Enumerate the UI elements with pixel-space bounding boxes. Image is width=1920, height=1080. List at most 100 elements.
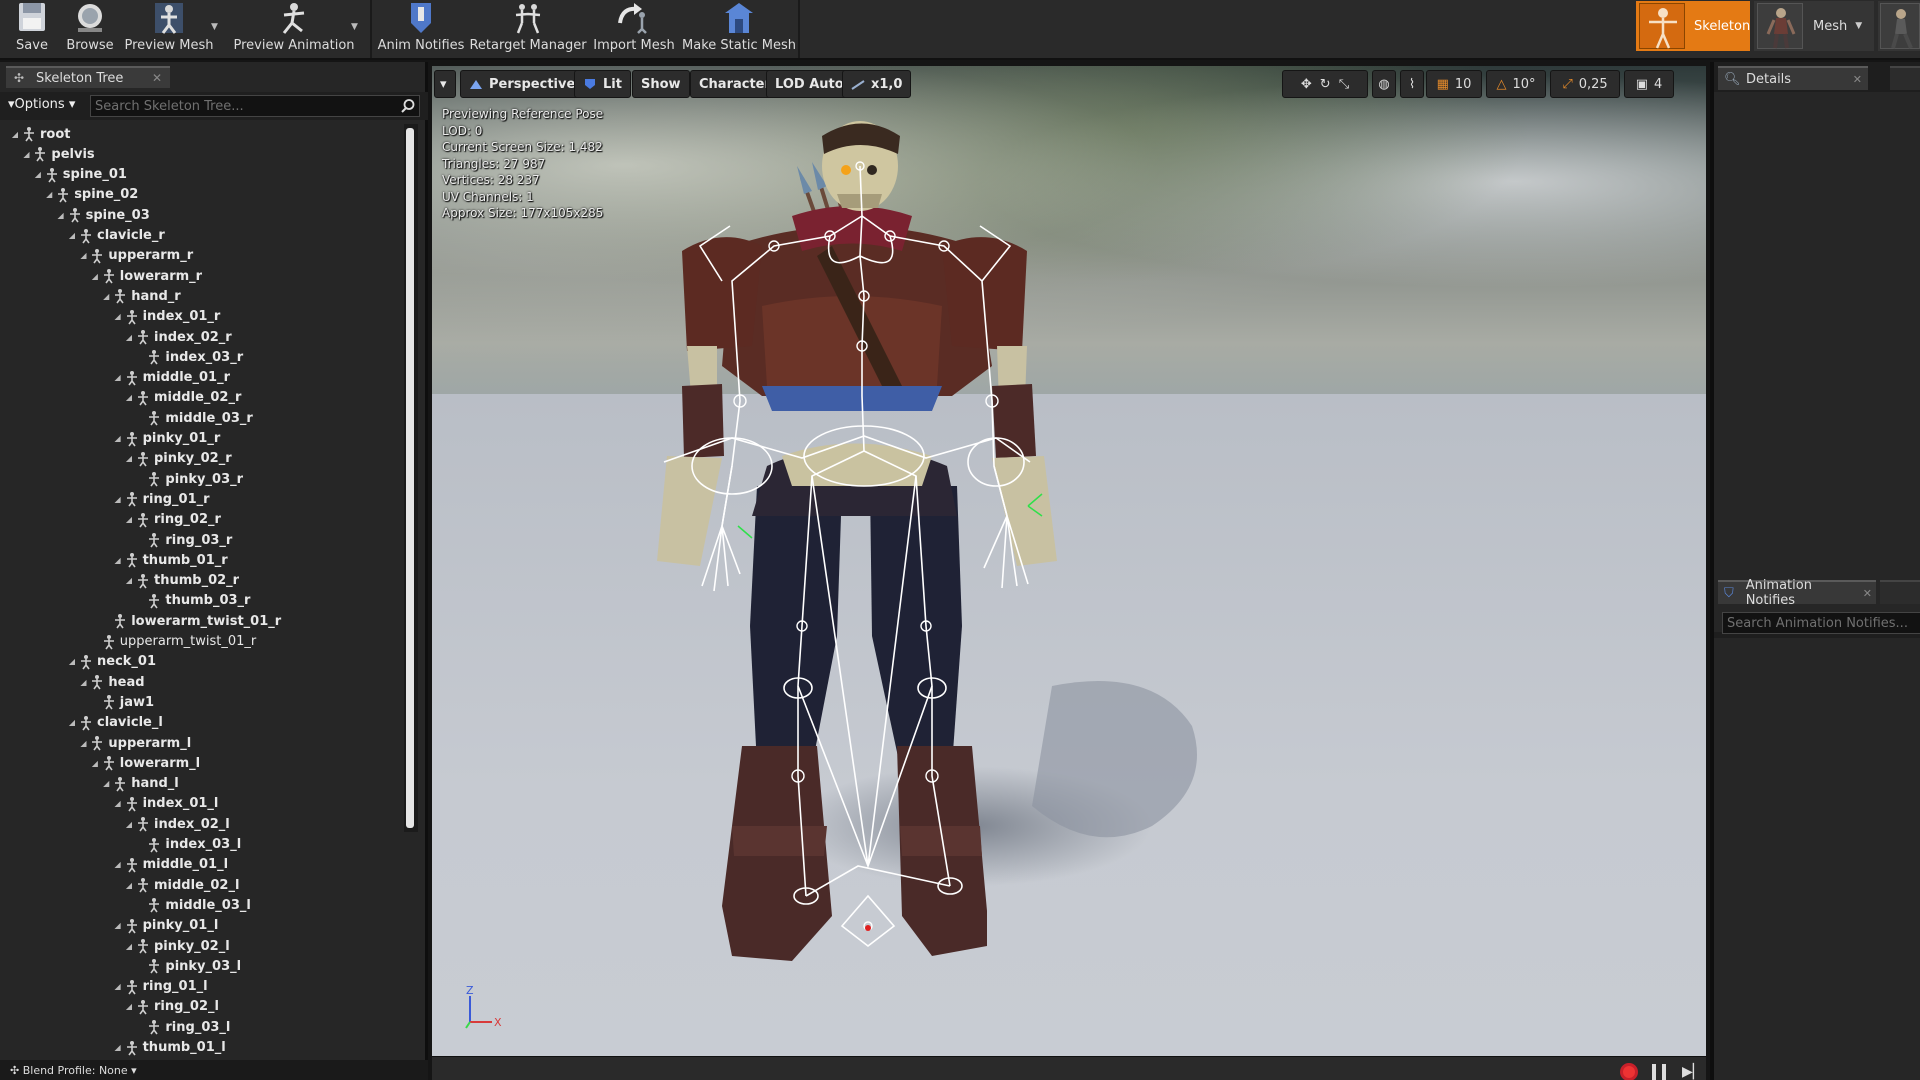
- tree-row-index_03_l[interactable]: index_03_l: [0, 835, 404, 855]
- expand-arrow-icon[interactable]: ◢: [113, 1043, 123, 1052]
- expand-arrow-icon[interactable]: ◢: [10, 130, 20, 139]
- anim-notifies-button[interactable]: Anim Notifies: [378, 0, 464, 58]
- expand-arrow-icon[interactable]: ◢: [113, 556, 123, 565]
- tree-row-pelvis[interactable]: ◢ pelvis: [0, 144, 404, 164]
- expand-arrow-icon[interactable]: ◢: [113, 799, 123, 808]
- close-tab-icon[interactable]: ✕: [152, 71, 162, 85]
- options-dropdown[interactable]: ▾Options ▾: [8, 97, 75, 112]
- world-local-toggle[interactable]: ◍: [1372, 70, 1396, 98]
- close-tab-icon[interactable]: ✕: [1863, 587, 1872, 600]
- skeleton-mode-button[interactable]: Skeleton: [1636, 1, 1750, 51]
- tree-row-root[interactable]: ◢ root: [0, 124, 404, 144]
- preview-mesh-dropdown-icon[interactable]: ▼: [211, 22, 218, 32]
- preview-animation-button[interactable]: Preview Animation: [234, 0, 355, 58]
- translate-icon[interactable]: ✥: [1301, 77, 1312, 92]
- rotate-icon[interactable]: ↻: [1320, 77, 1331, 92]
- tree-row-index_02_r[interactable]: ◢ index_02_r: [0, 327, 404, 347]
- tree-scrollbar-thumb[interactable]: [406, 128, 414, 828]
- animation-mode-button[interactable]: [1878, 1, 1920, 51]
- expand-arrow-icon[interactable]: ◢: [90, 272, 100, 281]
- viewport[interactable]: ▾ Perspective Lit Show Character LOD Aut…: [432, 66, 1706, 1056]
- tree-row-pinky_02_r[interactable]: ◢ pinky_02_r: [0, 449, 404, 469]
- expand-arrow-icon[interactable]: ◢: [90, 759, 100, 768]
- playback-speed-button[interactable]: x1,0: [842, 70, 912, 98]
- expand-arrow-icon[interactable]: ◢: [113, 312, 123, 321]
- perspective-button[interactable]: Perspective: [460, 70, 585, 98]
- expand-arrow-icon[interactable]: ◢: [101, 779, 111, 788]
- expand-arrow-icon[interactable]: ◢: [124, 393, 134, 402]
- secondary-tab[interactable]: [1880, 580, 1920, 604]
- expand-arrow-icon[interactable]: ◢: [113, 982, 123, 991]
- tree-row-ring_03_l[interactable]: ring_03_l: [0, 1017, 404, 1037]
- expand-arrow-icon[interactable]: ◢: [33, 170, 43, 179]
- expand-arrow-icon[interactable]: ◢: [113, 373, 123, 382]
- expand-arrow-icon[interactable]: ◢: [101, 292, 111, 301]
- show-button[interactable]: Show: [632, 70, 690, 98]
- surface-snap-toggle[interactable]: ⌇: [1400, 70, 1424, 98]
- lod-button[interactable]: LOD Auto: [766, 70, 853, 98]
- record-button[interactable]: [1620, 1063, 1638, 1080]
- tree-row-middle_02_r[interactable]: ◢ middle_02_r: [0, 388, 404, 408]
- tree-row-upperarm_twist_01_r[interactable]: upperarm_twist_01_r: [0, 632, 404, 652]
- tree-row-middle_01_r[interactable]: ◢ middle_01_r: [0, 368, 404, 388]
- mesh-mode-dropdown-icon[interactable]: ▼: [1855, 21, 1862, 31]
- tree-row-thumb_02_r[interactable]: ◢ thumb_02_r: [0, 571, 404, 591]
- expand-arrow-icon[interactable]: ◢: [124, 942, 134, 951]
- tree-row-upperarm_r[interactable]: ◢ upperarm_r: [0, 246, 404, 266]
- tree-row-neck_01[interactable]: ◢ neck_01: [0, 652, 404, 672]
- expand-arrow-icon[interactable]: ◢: [78, 678, 88, 687]
- scale-icon[interactable]: ⤡: [1339, 77, 1349, 92]
- lit-button[interactable]: Lit: [574, 70, 631, 98]
- character-preview[interactable]: [432, 66, 1706, 1056]
- animation-notifies-search-input[interactable]: [1722, 612, 1920, 634]
- animation-notifies-tab[interactable]: ⛉ Animation Notifies ✕: [1718, 578, 1876, 608]
- tree-row-middle_03_l[interactable]: middle_03_l: [0, 895, 404, 915]
- tree-row-pinky_03_l[interactable]: pinky_03_l: [0, 956, 404, 976]
- expand-arrow-icon[interactable]: ◢: [124, 576, 134, 585]
- tree-row-pinky_03_r[interactable]: pinky_03_r: [0, 469, 404, 489]
- expand-arrow-icon[interactable]: ◢: [124, 820, 134, 829]
- expand-arrow-icon[interactable]: ◢: [124, 454, 134, 463]
- expand-arrow-icon[interactable]: ◢: [21, 150, 31, 159]
- skeleton-tree-tab[interactable]: ✣ Skeleton Tree ✕: [6, 66, 170, 88]
- tree-row-jaw1[interactable]: jaw1: [0, 692, 404, 712]
- tree-row-ring_03_r[interactable]: ring_03_r: [0, 530, 404, 550]
- tree-row-thumb_03_r[interactable]: thumb_03_r: [0, 591, 404, 611]
- tree-row-index_03_r[interactable]: index_03_r: [0, 347, 404, 367]
- tree-row-middle_01_l[interactable]: ◢ middle_01_l: [0, 855, 404, 875]
- expand-arrow-icon[interactable]: ◢: [113, 860, 123, 869]
- expand-arrow-icon[interactable]: ◢: [124, 1002, 134, 1011]
- tree-row-thumb_01_r[interactable]: ◢ thumb_01_r: [0, 550, 404, 570]
- details-tab[interactable]: 🔍︎ Details ✕: [1718, 66, 1868, 90]
- tree-row-middle_02_l[interactable]: ◢ middle_02_l: [0, 875, 404, 895]
- expand-arrow-icon[interactable]: ◢: [78, 739, 88, 748]
- expand-arrow-icon[interactable]: ◢: [124, 881, 134, 890]
- search-icon[interactable]: [400, 98, 416, 114]
- tree-row-lowerarm_r[interactable]: ◢ lowerarm_r: [0, 266, 404, 286]
- mesh-mode-button[interactable]: Mesh ▼: [1754, 1, 1874, 51]
- skeleton-tree-search-input[interactable]: [90, 95, 420, 117]
- expand-arrow-icon[interactable]: ◢: [67, 231, 77, 240]
- tree-row-spine_02[interactable]: ◢ spine_02: [0, 185, 404, 205]
- tree-row-ring_02_l[interactable]: ◢ ring_02_l: [0, 997, 404, 1017]
- expand-arrow-icon[interactable]: ◢: [113, 434, 123, 443]
- tree-row-middle_03_r[interactable]: middle_03_r: [0, 408, 404, 428]
- rotation-snap-control[interactable]: △ 10°: [1486, 70, 1546, 98]
- tree-row-index_01_l[interactable]: ◢ index_01_l: [0, 794, 404, 814]
- grid-snap-control[interactable]: ▦ 10: [1426, 70, 1482, 98]
- tree-row-thumb_01_l[interactable]: ◢ thumb_01_l: [0, 1038, 404, 1058]
- expand-arrow-icon[interactable]: ◢: [113, 495, 123, 504]
- tree-row-clavicle_l[interactable]: ◢ clavicle_l: [0, 713, 404, 733]
- tree-row-pinky_01_r[interactable]: ◢ pinky_01_r: [0, 429, 404, 449]
- tree-row-lowerarm_twist_01_r[interactable]: lowerarm_twist_01_r: [0, 611, 404, 631]
- pause-button[interactable]: [1652, 1064, 1666, 1080]
- expand-arrow-icon[interactable]: ◢: [56, 211, 66, 220]
- close-tab-icon[interactable]: ✕: [1853, 73, 1862, 86]
- tree-row-spine_01[interactable]: ◢ spine_01: [0, 165, 404, 185]
- expand-arrow-icon[interactable]: ◢: [44, 190, 54, 199]
- blend-profile-dropdown[interactable]: ✣ Blend Profile: None ▾: [0, 1060, 428, 1080]
- tree-row-upperarm_l[interactable]: ◢ upperarm_l: [0, 733, 404, 753]
- expand-arrow-icon[interactable]: ◢: [124, 515, 134, 524]
- make-static-mesh-button[interactable]: Make Static Mesh: [682, 0, 796, 58]
- tree-row-ring_01_r[interactable]: ◢ ring_01_r: [0, 489, 404, 509]
